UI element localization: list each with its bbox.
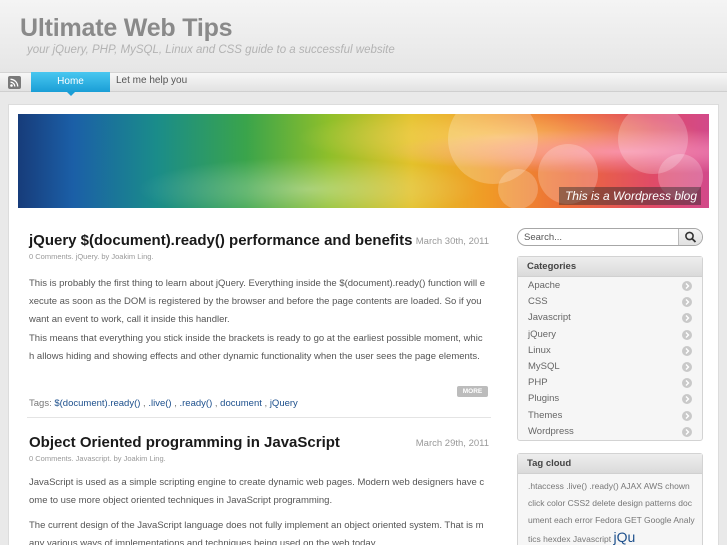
category-item[interactable]: MySQL — [518, 359, 702, 375]
read-more-button[interactable]: MORE — [457, 386, 488, 397]
search-icon — [685, 231, 697, 243]
header-banner: This is a Wordpress blog — [18, 114, 709, 208]
site-tagline: your jQuery, PHP, MySQL, Linux and CSS g… — [27, 44, 395, 56]
post-2: Object Oriented programming in JavaScrip… — [29, 434, 489, 463]
tagcloud-widget: Tag cloud .htaccess .live() .ready() AJA… — [517, 453, 703, 545]
nav-item-let-me-help-you[interactable]: Let me help you — [116, 75, 187, 86]
chevron-right-icon — [682, 281, 692, 291]
main-navbar: Home Let me help you — [0, 72, 727, 92]
site-title[interactable]: Ultimate Web Tips — [20, 14, 233, 43]
category-item[interactable]: Javascript — [518, 310, 702, 326]
chevron-right-icon — [682, 329, 692, 340]
category-item[interactable]: PHP — [518, 375, 702, 391]
tags-label: Tags: — [29, 398, 52, 409]
tag-link[interactable]: .ready() — [180, 398, 213, 409]
nav-active-pointer — [66, 91, 76, 96]
chevron-right-icon — [682, 345, 692, 356]
category-item[interactable]: Wordpress — [518, 424, 702, 440]
tag-link[interactable]: $(document).ready() — [54, 398, 140, 409]
post-date: March 29th, 2011 — [415, 438, 489, 449]
chevron-right-icon — [682, 410, 692, 421]
post-1: jQuery $(document).ready() performance a… — [29, 232, 489, 261]
banner-caption: This is a Wordpress blog — [558, 187, 701, 205]
post-meta: 0 Comments. Javascript. by Joakim Ling. — [29, 454, 166, 463]
category-item[interactable]: Linux — [518, 343, 702, 359]
tag-link[interactable]: jQuery — [270, 398, 298, 409]
post-tags: Tags: $(document).ready() , .live() , .r… — [29, 398, 298, 409]
tag-cloud-links[interactable]: .htaccess .live() .ready() AJAX AWS chow… — [528, 481, 695, 544]
rss-icon[interactable] — [8, 76, 21, 89]
chevron-right-icon — [682, 394, 692, 405]
chevron-right-icon — [682, 378, 692, 389]
search-input[interactable] — [524, 229, 674, 245]
post-divider — [27, 417, 491, 418]
tag-cloud: .htaccess .live() .ready() AJAX AWS chow… — [518, 474, 702, 545]
chevron-right-icon — [682, 361, 692, 372]
category-item[interactable]: CSS — [518, 294, 702, 310]
search-box — [517, 228, 703, 246]
chevron-right-icon — [682, 313, 692, 324]
categories-widget: Categories Apache CSS Javascript jQuery … — [517, 256, 703, 441]
category-item[interactable]: Apache — [518, 278, 702, 294]
tag-link[interactable]: .live() — [148, 398, 171, 409]
category-item[interactable]: Themes — [518, 408, 702, 424]
tag-cloud-link-large[interactable]: jQu — [614, 529, 636, 545]
nav-item-home[interactable]: Home — [31, 72, 110, 92]
post-paragraph: The current design of the JavaScript lan… — [29, 520, 484, 545]
site-header: Ultimate Web Tips your jQuery, PHP, MySQ… — [0, 0, 727, 72]
post-paragraph: This means that everything you stick ins… — [29, 333, 483, 362]
post-paragraph: JavaScript is used as a simple scripting… — [29, 477, 485, 506]
search-button[interactable] — [678, 229, 702, 245]
category-item[interactable]: Plugins — [518, 391, 702, 407]
widget-title: Tag cloud — [518, 454, 702, 474]
post-paragraph: This is probably the first thing to lear… — [29, 278, 486, 325]
post-date: March 30th, 2011 — [415, 236, 489, 247]
tag-link[interactable]: document — [220, 398, 262, 409]
post-meta: 0 Comments. jQuery. by Joakim Ling. — [29, 252, 154, 261]
chevron-right-icon — [682, 426, 692, 437]
category-item[interactable]: jQuery — [518, 327, 702, 343]
chevron-right-icon — [682, 297, 692, 308]
widget-title: Categories — [518, 257, 702, 277]
